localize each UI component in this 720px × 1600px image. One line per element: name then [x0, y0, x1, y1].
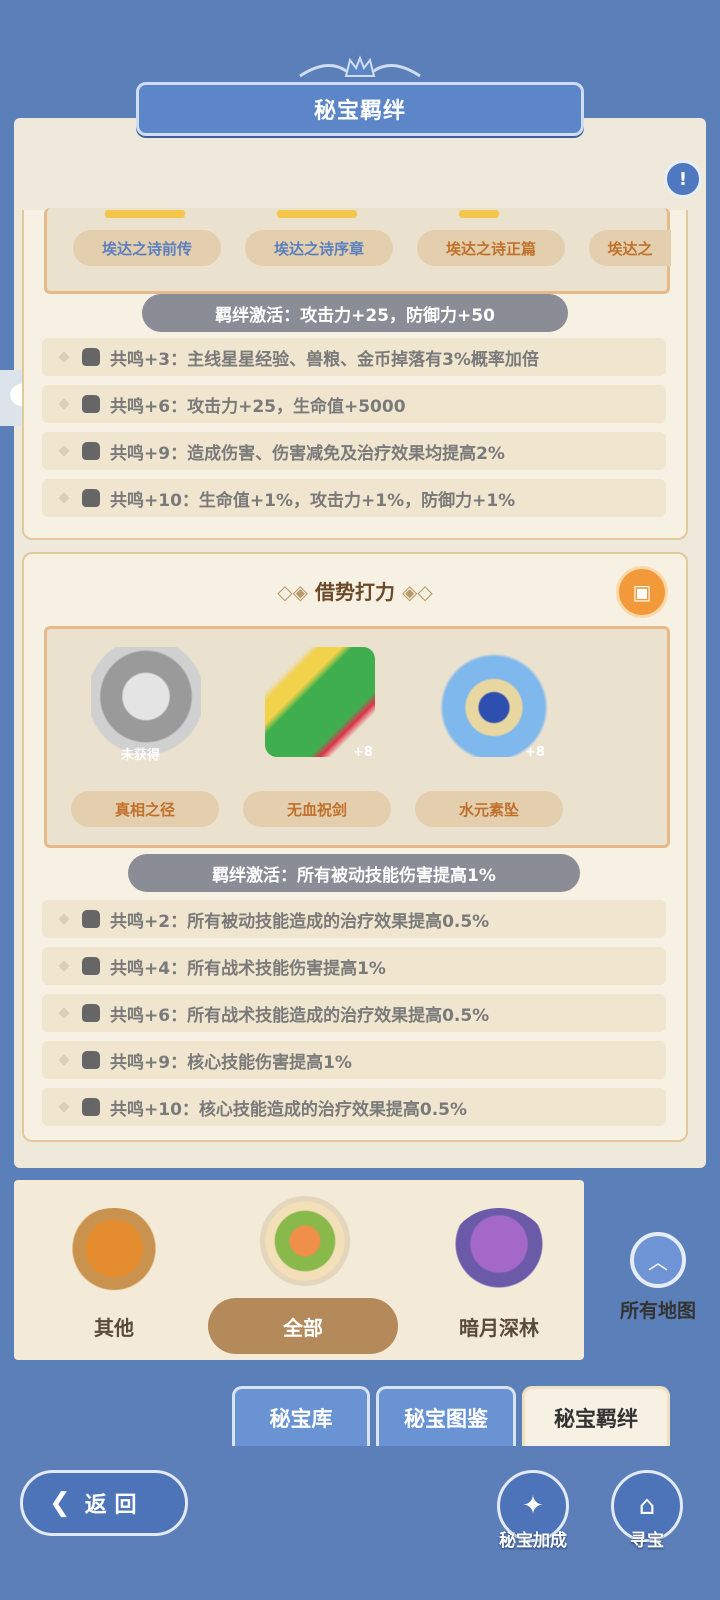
lock-icon	[82, 957, 100, 975]
diamond-icon	[58, 1101, 70, 1113]
lock-icon	[82, 1004, 100, 1022]
diamond-icon	[58, 398, 70, 410]
page-title: 秘宝羁绊	[313, 99, 406, 124]
page-title-bar: 秘宝羁绊	[136, 82, 584, 136]
resonance-text: 共鸣+9：造成伤害、伤害减免及治疗效果均提高2%	[110, 443, 505, 464]
map-filter-dark-forest[interactable]: 暗月深林	[434, 1208, 564, 1341]
treasure-hunt-label: 寻宝	[630, 1531, 664, 1551]
back-button[interactable]: ❮ 返 回	[20, 1470, 188, 1536]
diamond-icon	[58, 445, 70, 457]
chevron-up-icon: ︿	[630, 1232, 686, 1288]
tab-treasure-codex[interactable]: 秘宝图鉴	[376, 1386, 516, 1446]
item-name[interactable]: 水元素坠	[415, 791, 563, 827]
resonance-row: 共鸣+10：生命值+1%，攻击力+1%，防御力+1%	[42, 479, 666, 517]
item-badge: 未获得	[121, 748, 161, 763]
diamond-icon	[58, 960, 70, 972]
resonance-row: 共鸣+4：所有战术技能伤害提高1%	[42, 947, 666, 985]
treasure-bonus-label: 秘宝加成	[499, 1531, 567, 1551]
resonance-text: 共鸣+2：所有被动技能造成的治疗效果提高0.5%	[110, 911, 490, 932]
back-arrow-icon: ❮	[49, 1488, 71, 1518]
resonance-row: 共鸣+9：造成伤害、伤害减免及治疗效果均提高2%	[42, 432, 666, 470]
resonance-row: 共鸣+2：所有被动技能造成的治疗效果提高0.5%	[42, 900, 666, 938]
item-name[interactable]: 埃达之诗正篇	[417, 230, 565, 266]
star-rating	[277, 210, 357, 218]
tab-treasure-bond[interactable]: 秘宝羁绊	[522, 1386, 670, 1446]
desert-map-icon	[64, 1208, 164, 1298]
all-maps-label: 所有地图	[619, 1300, 696, 1322]
diamond-icon	[58, 1054, 70, 1066]
back-label: 返 回	[84, 1493, 137, 1518]
map-filter-all-icon[interactable]	[250, 1196, 360, 1286]
forest-map-icon	[449, 1208, 549, 1298]
all-maps-button[interactable]: ︿ 所有地图	[596, 1232, 720, 1323]
section-title: ◇◈ 借势打力 ◈◇	[24, 576, 686, 605]
resonance-row: 共鸣+6：攻击力+25，生命值+5000	[42, 385, 666, 423]
item-art-pendant[interactable]	[439, 647, 549, 757]
star-rating	[459, 210, 499, 218]
item-art-sword[interactable]	[265, 647, 375, 757]
item-badge: +8	[353, 745, 373, 760]
map-filter-other[interactable]: 其他	[54, 1208, 174, 1341]
lock-icon	[82, 489, 100, 507]
star-rating	[105, 210, 185, 218]
map-label: 暗月深林	[459, 1316, 539, 1340]
lock-icon	[82, 910, 100, 928]
lock-icon	[82, 442, 100, 460]
lock-icon	[82, 1051, 100, 1069]
resonance-text: 共鸣+4：所有战术技能伤害提高1%	[110, 958, 386, 979]
item-name[interactable]: 无血祝剑	[243, 791, 391, 827]
ornament-right-icon: ◈◇	[401, 580, 433, 604]
resonance-text: 共鸣+10：生命值+1%，攻击力+1%，防御力+1%	[110, 490, 516, 511]
resonance-text: 共鸣+6：所有战术技能造成的治疗效果提高0.5%	[110, 1005, 490, 1026]
lock-icon	[82, 395, 100, 413]
resonance-row: 共鸣+9：核心技能伤害提高1%	[42, 1041, 666, 1079]
diamond-icon	[58, 913, 70, 925]
item-showcase: 埃达之诗前传 埃达之诗序章 埃达之诗正篇 埃达之	[44, 208, 671, 294]
item-showcase: 未获得 +8 +8 真相之径 无血祝剑 水元素坠	[44, 626, 670, 848]
bond-active-pill: 羁绊激活：攻击力+25，防御力+50	[142, 294, 568, 332]
diamond-icon	[58, 492, 70, 504]
treasure-bonus-button[interactable]: ✦ 秘宝加成	[478, 1470, 588, 1551]
item-name[interactable]: 埃达之诗前传	[73, 230, 221, 266]
map-filter-all[interactable]: 全部	[208, 1298, 398, 1354]
bond-active-pill: 羁绊激活：所有被动技能伤害提高1%	[128, 854, 580, 892]
section-title-text: 借势打力	[315, 580, 395, 604]
diamond-icon	[58, 1007, 70, 1019]
lock-icon	[82, 348, 100, 366]
village-map-icon	[255, 1196, 355, 1286]
resonance-row: 共鸣+6：所有战术技能造成的治疗效果提高0.5%	[42, 994, 666, 1032]
bond-panel-ada: 埃达之诗前传 埃达之诗序章 埃达之诗正篇 埃达之 羁绊激活：攻击力+25，防御力…	[22, 208, 688, 540]
diamond-icon	[58, 351, 70, 363]
treasure-hunt-button[interactable]: ⌂ 寻宝	[592, 1470, 702, 1551]
item-name[interactable]: 埃达之	[589, 230, 671, 266]
item-art-truth-path[interactable]	[91, 647, 201, 757]
resonance-text: 共鸣+3：主线星星经验、兽粮、金币掉落有3%概率加倍	[110, 349, 539, 370]
map-label: 其他	[94, 1316, 134, 1340]
item-badge: +8	[525, 745, 545, 760]
treasure-chest-icon[interactable]: ▣	[616, 566, 668, 618]
resonance-text: 共鸣+10：核心技能造成的治疗效果提高0.5%	[110, 1099, 468, 1120]
map-filter: 其他 全部 暗月深林	[14, 1180, 584, 1360]
item-name[interactable]: 埃达之诗序章	[245, 230, 393, 266]
crest-ornament-icon	[299, 55, 421, 78]
resonance-row: 共鸣+3：主线星星经验、兽粮、金币掉落有3%概率加倍	[42, 338, 666, 376]
ornament-left-icon: ◇◈	[277, 580, 315, 604]
help-book-icon[interactable]: !	[664, 160, 702, 198]
tab-treasure-vault[interactable]: 秘宝库	[232, 1386, 370, 1446]
bond-panel-momentum: ◇◈ 借势打力 ◈◇ ▣ 未获得 +8 +8 真相之径 无血祝剑 水元素坠 羁绊…	[22, 552, 688, 1142]
resonance-text: 共鸣+9：核心技能伤害提高1%	[110, 1052, 352, 1073]
lock-icon	[82, 1098, 100, 1116]
resonance-row: 共鸣+10：核心技能造成的治疗效果提高0.5%	[42, 1088, 666, 1126]
resonance-text: 共鸣+6：攻击力+25，生命值+5000	[110, 396, 406, 417]
item-name[interactable]: 真相之径	[71, 791, 219, 827]
